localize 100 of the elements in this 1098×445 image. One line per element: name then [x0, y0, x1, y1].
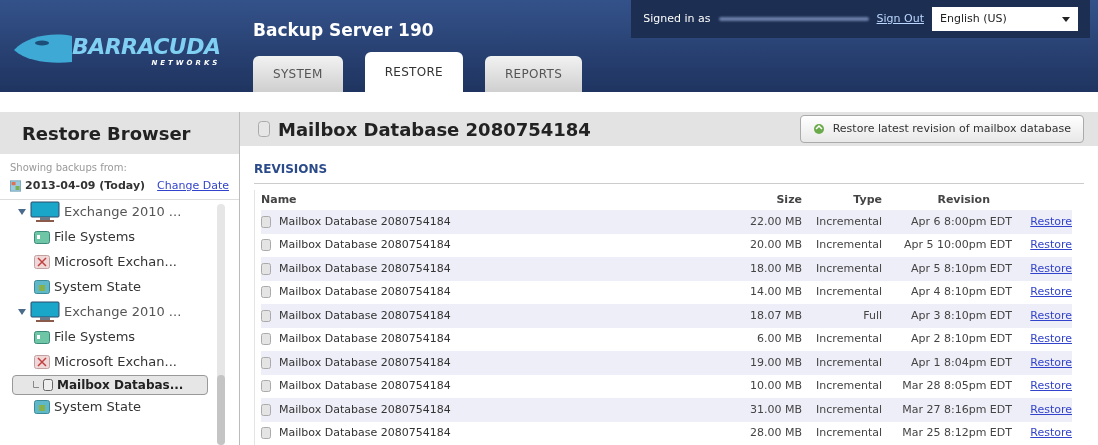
table-cell-text: 18.00 MB — [748, 260, 802, 277]
column-header: Revision — [936, 191, 991, 208]
database-icon — [261, 356, 271, 369]
tree-item[interactable]: Exchange 2010 ... — [64, 302, 182, 322]
table-cell-text: 18.07 MB — [748, 307, 802, 324]
nav-tab[interactable]: SYSTEM — [253, 56, 343, 92]
table-cell-text: 10.00 MB — [748, 378, 802, 394]
table-cell-text: Mailbox Database 2080754184 — [279, 237, 451, 253]
database-icon — [261, 403, 271, 416]
exchange-icon — [34, 255, 50, 269]
database-icon — [261, 309, 271, 322]
database-icon — [261, 239, 271, 252]
table-cell-text: Mailbox Database 2080754184 — [279, 378, 451, 394]
database-icon — [261, 215, 271, 228]
database-icon — [261, 262, 271, 275]
tree-item[interactable]: Microsoft Exchan... — [54, 352, 177, 372]
system-state-icon — [34, 400, 50, 414]
table-cell-text: Incremental — [815, 378, 882, 394]
table-cell: Mailbox Database 2080754184 — [279, 401, 451, 418]
dropdown-caret-icon — [1062, 16, 1070, 22]
table-cell-text: Apr 5 8:10pm EDT — [909, 260, 1012, 277]
folder-icon — [34, 330, 50, 344]
database-icon — [261, 380, 271, 393]
tree-item[interactable]: Exchange 2010 ... — [64, 202, 182, 222]
table-cell-text: Incremental — [815, 284, 882, 300]
server-title: Backup Server 190 — [253, 19, 435, 42]
tree-item[interactable]: File Systems — [54, 327, 136, 347]
table-cell-text: Mailbox Database 2080754184 — [279, 331, 451, 347]
table-cell-text: Apr 5 10:00pm EDT — [902, 237, 1012, 253]
calendar-icon — [10, 179, 22, 194]
database-icon — [261, 427, 271, 440]
column-header: Name — [261, 191, 298, 208]
restore-link[interactable]: Restore — [1012, 260, 1072, 277]
database-icon — [261, 286, 271, 299]
table-cell-text: Incremental — [815, 425, 882, 441]
column-header: Type — [852, 191, 882, 208]
section-heading: REVISIONS — [254, 162, 328, 176]
database-icon — [43, 378, 53, 391]
restore-latest-button[interactable]: Restore latest revision of mailbox database — [799, 115, 1084, 143]
restore-link[interactable]: Restore — [1012, 237, 1072, 254]
restore-link[interactable]: Restore — [1012, 307, 1072, 324]
table-cell-text: Incremental — [815, 260, 882, 277]
nav-tab[interactable]: RESTORE — [364, 52, 463, 92]
nav-tab[interactable]: REPORTS — [485, 56, 583, 92]
table-cell-text: Mailbox Database 2080754184 — [279, 284, 451, 300]
backup-date: 2013-04-09 (Today) — [25, 178, 146, 194]
table-cell-text: Incremental — [815, 354, 882, 371]
change-date-link[interactable]: Change Date — [157, 178, 229, 195]
table-cell-text: Apr 6 8:00pm EDT — [909, 213, 1012, 230]
sidebar-title: Restore Browser — [22, 121, 191, 146]
signed-in-label: Signed in as — [643, 10, 711, 27]
scrollbar-thumb[interactable] — [217, 375, 225, 445]
logo-wordmark: BARRACUDA — [72, 35, 221, 58]
table-cell-text: Apr 3 8:10pm EDT — [909, 307, 1012, 324]
table-cell-text: 14.00 MB — [748, 284, 802, 300]
table-cell-text: Full — [862, 307, 882, 324]
table-cell: Mailbox Database 2080754184 — [279, 260, 451, 277]
exchange-icon — [34, 355, 50, 369]
table-cell-text: Mar 28 8:05pm EDT — [901, 378, 1012, 394]
table-cell: Mailbox Database 2080754184 — [279, 354, 451, 371]
table-cell-text: Mailbox Database 2080754184 — [279, 425, 451, 441]
restore-link[interactable]: Restore — [1012, 425, 1072, 442]
tree-item[interactable]: Microsoft Exchan... — [54, 252, 177, 272]
tree-item[interactable]: Mailbox Databas... — [12, 374, 208, 395]
language-select[interactable]: English (US) — [932, 7, 1078, 31]
restore-link[interactable]: Restore — [1012, 284, 1072, 301]
restore-link[interactable]: Restore — [1012, 378, 1072, 395]
table-cell-text: Incremental — [815, 401, 882, 418]
folder-icon — [34, 230, 50, 244]
monitor-icon — [30, 301, 60, 323]
restore-icon — [812, 123, 825, 135]
tree-item[interactable]: System State — [54, 397, 142, 417]
tree-item[interactable]: System State — [54, 277, 142, 297]
restore-link[interactable]: Restore — [1012, 331, 1072, 348]
page-title: Mailbox Database 2080754184 — [278, 117, 591, 142]
tree-item[interactable]: File Systems — [54, 227, 136, 247]
expanded-triangle-icon[interactable] — [18, 308, 26, 316]
showing-label: Showing backups from: — [10, 161, 128, 175]
table-cell-text: 31.00 MB — [748, 401, 802, 418]
table-cell-text: Apr 4 8:10pm EDT — [909, 284, 1012, 300]
database-icon — [258, 121, 270, 137]
column-header: Size — [775, 191, 802, 208]
table-cell-text: 22.00 MB — [748, 213, 802, 230]
restore-link[interactable]: Restore — [1012, 354, 1072, 371]
system-state-icon — [34, 280, 50, 294]
table-cell: Mailbox Database 2080754184 — [279, 213, 451, 230]
table-cell-text: Mar 25 8:12pm EDT — [901, 425, 1012, 441]
table-cell: Mailbox Database 2080754184 — [279, 307, 451, 324]
table-cell-text: 28.00 MB — [748, 425, 802, 441]
expanded-triangle-icon[interactable] — [18, 208, 26, 216]
table-cell-text: Incremental — [815, 331, 882, 347]
table-cell-text: Incremental — [815, 213, 882, 230]
restore-link[interactable]: Restore — [1012, 401, 1072, 418]
table-cell-text: Mar 27 8:16pm EDT — [901, 401, 1012, 418]
database-icon — [261, 333, 271, 346]
sign-out-link[interactable]: Sign Out — [876, 10, 924, 28]
table-cell-text: Apr 1 8:04pm EDT — [909, 354, 1012, 371]
tree-connector-icon — [33, 381, 39, 388]
restore-link[interactable]: Restore — [1012, 213, 1072, 230]
table-cell-text: 20.00 MB — [748, 237, 802, 253]
